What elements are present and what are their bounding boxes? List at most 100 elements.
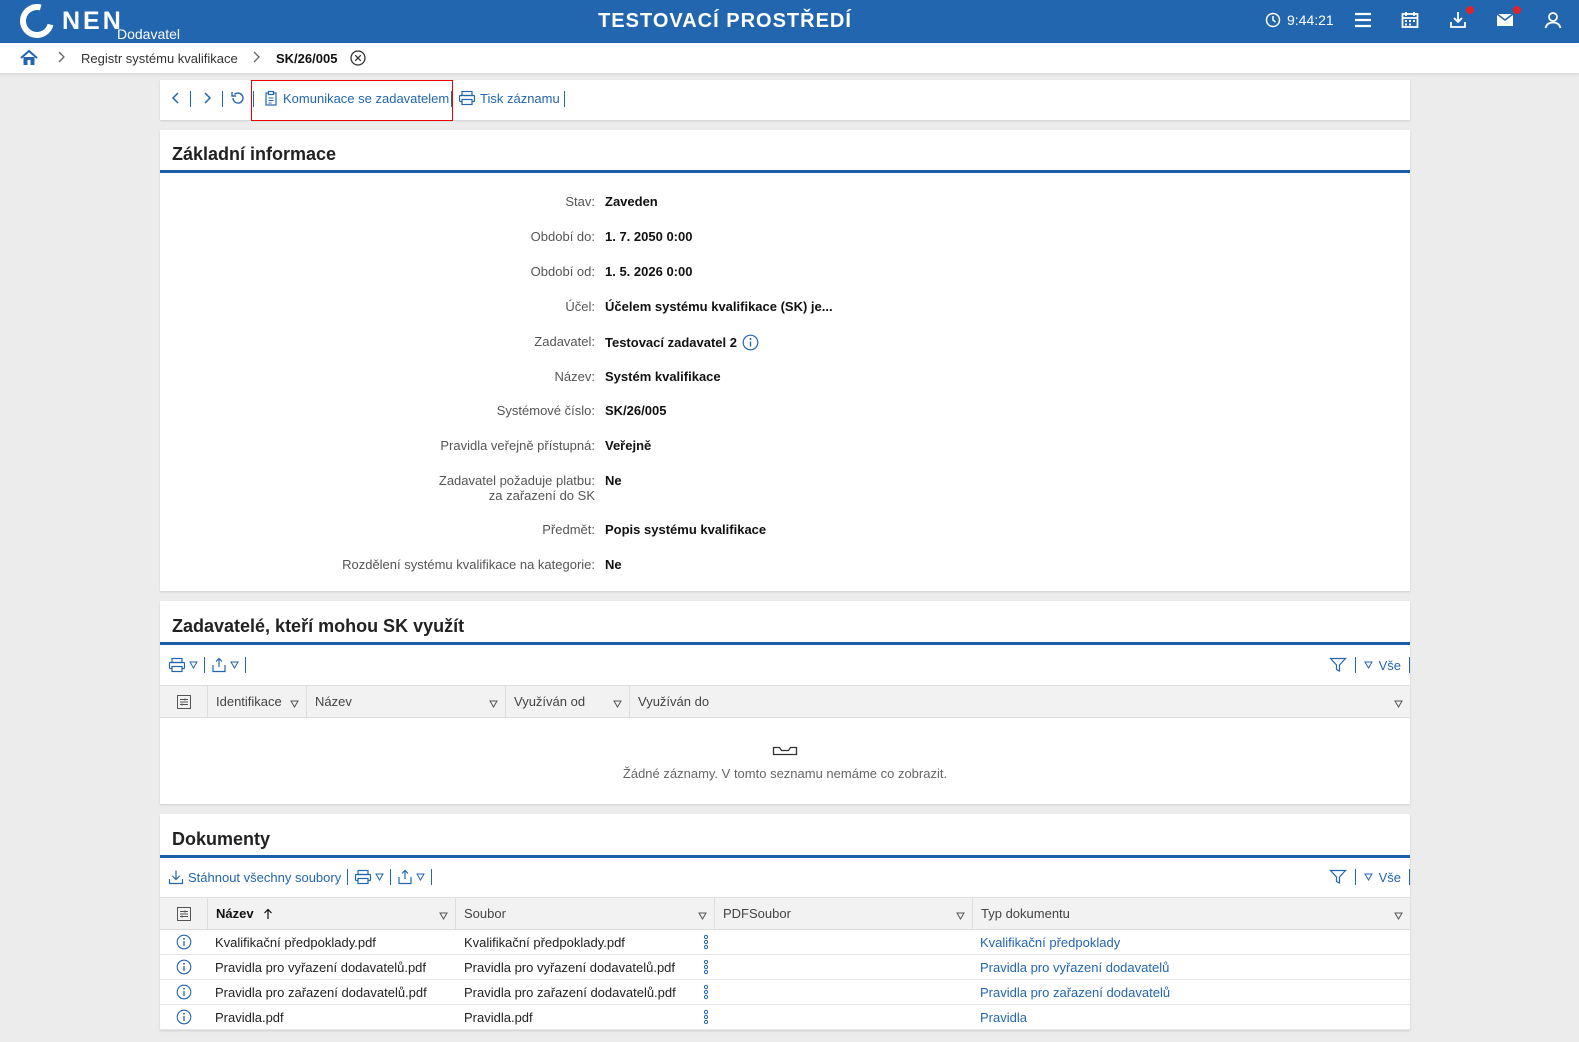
dropdown-triangle-icon <box>1363 873 1373 881</box>
column-header-nazev[interactable]: Název <box>207 898 455 929</box>
section-title-zadavatele: Zadavatelé, kteří mohou SK využít <box>172 616 465 636</box>
sort-triangle-icon[interactable] <box>489 696 498 711</box>
column-header-pdfsoubor[interactable]: PDFSoubor <box>714 898 972 929</box>
sort-triangle-icon[interactable] <box>1394 908 1403 923</box>
column-header-vyuzivan-do[interactable]: Využíván do <box>629 686 1410 717</box>
column-label: Název <box>315 694 352 709</box>
clock-icon <box>1265 12 1281 28</box>
cell-typ-dokumentu[interactable]: Kvalifikační předpoklady <box>980 935 1120 950</box>
more-options-icon[interactable] <box>703 984 709 1000</box>
download-icon[interactable] <box>1448 6 1474 32</box>
empty-tray-icon <box>772 746 798 756</box>
column-header-typ-dokumentu[interactable]: Typ dokumentu <box>972 898 1410 929</box>
column-header-identifikace[interactable]: Identifikace <box>207 686 306 717</box>
cell-soubor[interactable]: Pravidla pro zařazení dodavatelů.pdf <box>464 985 676 1000</box>
column-header-nazev[interactable]: Název <box>306 686 505 717</box>
sort-triangle-icon[interactable] <box>439 908 448 923</box>
column-label: Identifikace <box>216 694 282 709</box>
environment-title: TESTOVACÍ PROSTŘEDÍ <box>598 10 852 32</box>
sort-triangle-icon[interactable] <box>290 696 299 711</box>
print-record-button[interactable]: Tisk záznamu <box>458 90 560 106</box>
column-header-soubor[interactable]: Soubor <box>455 898 714 929</box>
field-value: Systém kvalifikace <box>605 369 721 384</box>
cell-soubor[interactable]: Kvalifikační předpoklady.pdf <box>464 935 625 950</box>
more-options-icon[interactable] <box>703 959 709 975</box>
field-label: Předmět: <box>542 522 595 537</box>
info-icon[interactable] <box>176 984 192 1000</box>
field-value: 1. 7. 2050 0:00 <box>605 229 693 244</box>
calendar-icon[interactable] <box>1400 10 1424 32</box>
print-record-label: Tisk záznamu <box>480 90 560 106</box>
record-toolbar: Komunikace se zadavatelem Tisk záznamu <box>160 80 1410 121</box>
sort-triangle-icon[interactable] <box>698 908 707 923</box>
zadavatele-table-header: Identifikace Název Využíván od Využíván … <box>160 685 1410 718</box>
cell-typ-dokumentu[interactable]: Pravidla pro zařazení dodavatelů <box>980 985 1170 1000</box>
sort-triangle-icon[interactable] <box>956 908 965 923</box>
toolbar-separator <box>222 91 223 107</box>
table-row[interactable]: Kvalifikační předpoklady.pdf Kvalifikačn… <box>160 930 1410 955</box>
field-label: Pravidla veřejně přístupná: <box>440 438 595 453</box>
field-value: Ne <box>605 473 622 488</box>
print-menu-button[interactable] <box>354 869 385 885</box>
table-row[interactable]: Pravidla pro zařazení dodavatelů.pdf Pra… <box>160 980 1410 1005</box>
sort-triangle-icon[interactable] <box>613 696 622 711</box>
cell-typ-dokumentu[interactable]: Pravidla <box>980 1010 1027 1025</box>
filter-all-button[interactable]: Vše <box>1363 658 1401 673</box>
info-icon[interactable] <box>176 959 192 975</box>
mail-icon[interactable] <box>1495 6 1521 32</box>
field-label: Období od: <box>530 264 595 279</box>
home-icon[interactable] <box>20 49 38 70</box>
cell-typ-dokumentu[interactable]: Pravidla pro vyřazení dodavatelů <box>980 960 1169 975</box>
column-label: Název <box>216 906 254 921</box>
more-options-icon[interactable] <box>703 1009 709 1025</box>
filter-icon[interactable] <box>1328 657 1347 673</box>
menu-icon[interactable] <box>1353 10 1377 32</box>
dokumenty-toolbar: Stáhnout všechny soubory <box>168 869 433 885</box>
basic-info-panel: Základní informace Stav: Zaveden Období … <box>160 130 1410 591</box>
column-settings-icon[interactable] <box>160 898 207 929</box>
section-rule <box>160 170 1410 173</box>
dokumenty-filter-tools: Vše <box>1328 869 1410 885</box>
toolbar-separator <box>451 91 452 107</box>
table-row[interactable]: Pravidla pro vyřazení dodavatelů.pdf Pra… <box>160 955 1410 980</box>
filter-icon[interactable] <box>1328 869 1347 885</box>
print-menu-button[interactable] <box>168 657 198 673</box>
info-icon[interactable] <box>176 934 192 950</box>
cell-soubor[interactable]: Pravidla.pdf <box>464 1010 533 1025</box>
field-label: Období do: <box>530 229 595 244</box>
empty-message: Žádné záznamy. V tomto seznamu nemáme co… <box>622 766 948 781</box>
komunikace-button[interactable]: Komunikace se zadavatelem <box>263 90 449 106</box>
refresh-button[interactable] <box>230 90 246 106</box>
dropdown-triangle-icon <box>1363 661 1373 669</box>
next-record-button[interactable] <box>201 90 213 106</box>
dropdown-triangle-icon <box>375 873 385 881</box>
info-icon[interactable] <box>176 1009 192 1025</box>
export-menu-button[interactable] <box>211 657 239 673</box>
filter-all-button[interactable]: Vše <box>1363 870 1401 885</box>
user-icon[interactable] <box>1543 10 1567 32</box>
toolbar-separator <box>431 869 433 885</box>
column-header-vyuzivan-od[interactable]: Využíván od <box>505 686 629 717</box>
breadcrumb-item-registr[interactable]: Registr systému kvalifikace <box>81 51 238 66</box>
field-value[interactable]: Účelem systému kvalifikace (SK) je... <box>605 299 833 314</box>
empty-state: Žádné záznamy. V tomto seznamu nemáme co… <box>160 743 1410 781</box>
table-row[interactable]: Pravidla.pdf Pravidla.pdf Pravidla <box>160 1005 1410 1030</box>
info-icon[interactable] <box>742 334 759 351</box>
field-value: 1. 5. 2026 0:00 <box>605 264 693 279</box>
breadcrumb: Registr systému kvalifikace SK/26/005 <box>0 43 1579 74</box>
column-label: Využíván do <box>638 694 710 709</box>
close-tab-icon[interactable] <box>350 50 366 69</box>
sort-triangle-icon[interactable] <box>1394 696 1403 711</box>
top-bar: NEN Dodavatel TESTOVACÍ PROSTŘEDÍ 9:44:2… <box>0 0 1579 45</box>
download-notification-dot <box>1466 6 1474 14</box>
more-options-icon[interactable] <box>703 934 709 950</box>
previous-record-button[interactable] <box>170 90 182 106</box>
zadavatele-panel: Zadavatelé, kteří mohou SK využít Vše Id… <box>160 601 1410 804</box>
download-all-label: Stáhnout všechny soubory <box>188 869 342 885</box>
toolbar-separator <box>1409 657 1410 673</box>
column-settings-icon[interactable] <box>160 686 207 717</box>
komunikace-label: Komunikace se zadavatelem <box>283 90 450 106</box>
download-all-button[interactable]: Stáhnout všechny soubory <box>168 869 341 885</box>
cell-soubor[interactable]: Pravidla pro vyřazení dodavatelů.pdf <box>464 960 675 975</box>
export-menu-button[interactable] <box>397 869 426 885</box>
